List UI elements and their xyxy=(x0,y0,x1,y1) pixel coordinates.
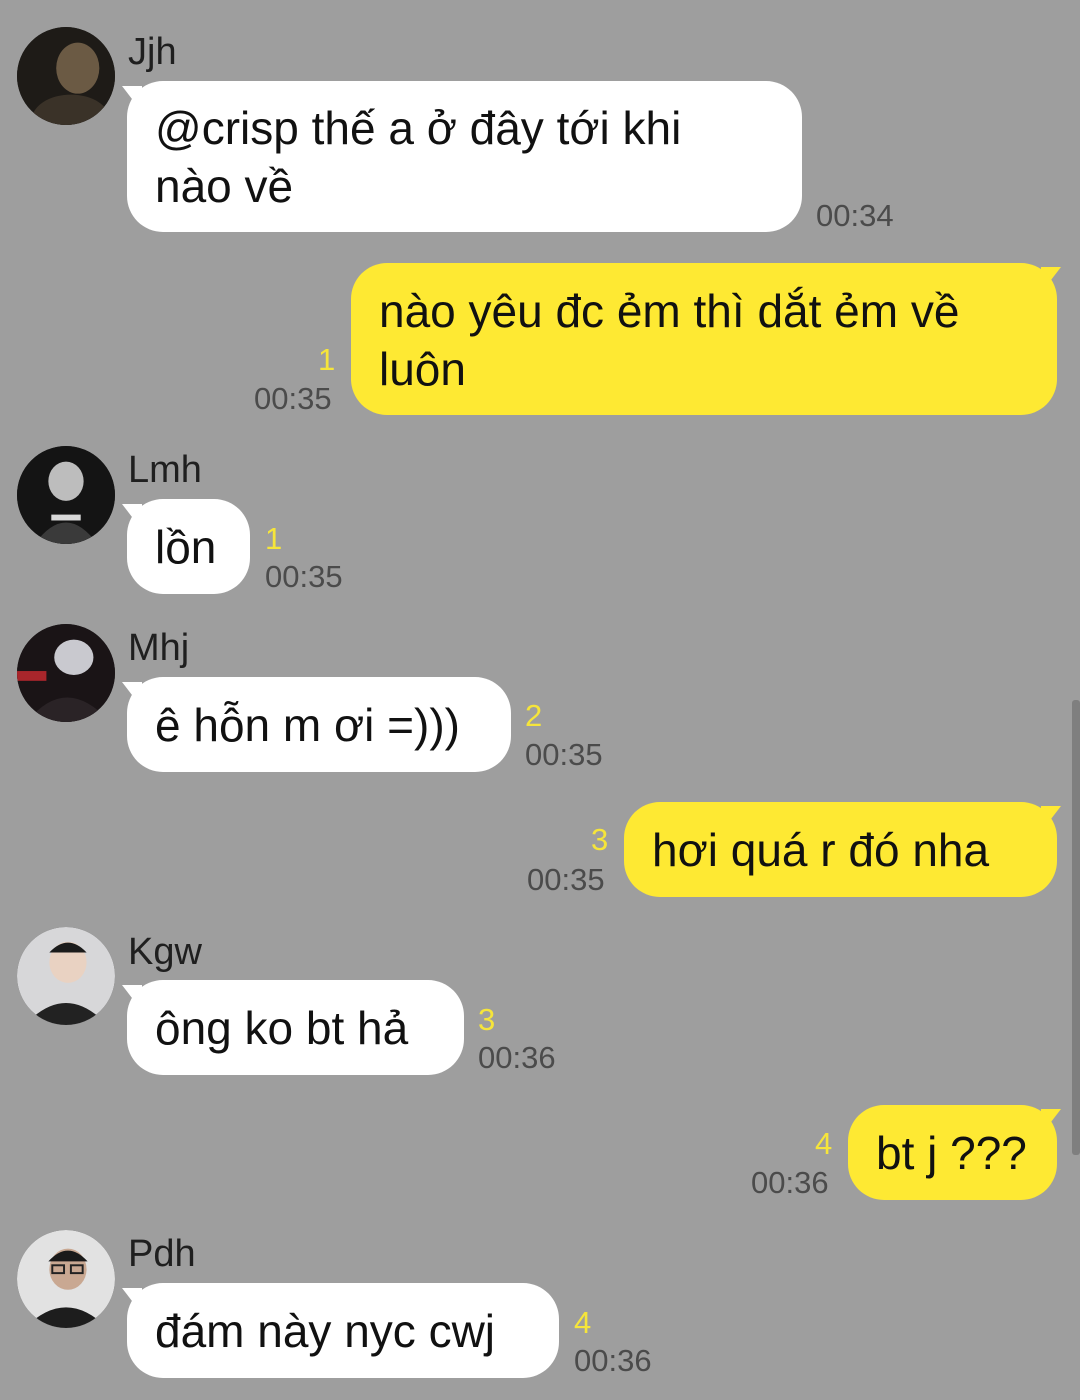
message-text-line: đám này nyc cwj xyxy=(155,1305,496,1357)
sender-name: Kgw xyxy=(128,931,202,973)
message-text-line: hơi quá r đó nha xyxy=(652,824,990,876)
message-bubble[interactable]: lồn xyxy=(127,499,250,594)
sender-name: Pdh xyxy=(128,1233,196,1275)
timestamp: 00:36 xyxy=(574,1343,652,1378)
avatar[interactable] xyxy=(17,1230,115,1328)
unread-count: 2 xyxy=(525,698,543,733)
unread-count: 4 xyxy=(574,1305,592,1340)
message-text-line: ông ko bt hả xyxy=(155,1002,409,1054)
avatar[interactable] xyxy=(17,927,115,1025)
message-bubble[interactable]: đám này nyc cwj xyxy=(127,1283,559,1378)
unread-count: 1 xyxy=(318,342,336,377)
message-bubble[interactable]: bt j ??? xyxy=(848,1105,1057,1200)
timestamp: 00:35 xyxy=(254,381,332,416)
timestamp: 00:34 xyxy=(816,198,894,233)
sender-name: Jjh xyxy=(128,31,177,73)
timestamp: 00:35 xyxy=(527,862,605,897)
message-bubble[interactable]: ông ko bt hả xyxy=(127,980,464,1075)
message-bubble[interactable]: @crisp thế a ở đây tới khi nào về xyxy=(127,81,802,232)
unread-count: 4 xyxy=(815,1126,833,1161)
timestamp: 00:35 xyxy=(265,559,343,594)
avatar[interactable] xyxy=(17,446,115,544)
message-bubble[interactable]: nào yêu đc ẻm thì dắt ẻm về luôn xyxy=(351,263,1057,415)
avatar[interactable] xyxy=(17,624,115,722)
message-text-line: bt j ??? xyxy=(876,1127,1027,1179)
sender-name: Mhj xyxy=(128,627,190,669)
message-bubble[interactable]: hơi quá r đó nha xyxy=(624,802,1057,897)
unread-count: 3 xyxy=(591,822,609,857)
timestamp: 00:35 xyxy=(525,737,603,772)
message-text-line: ê hỗn m ơi =))) xyxy=(155,699,460,751)
message-text-line: luôn xyxy=(379,343,466,395)
message-bubble[interactable]: ê hỗn m ơi =))) xyxy=(127,677,511,772)
timestamp: 00:36 xyxy=(751,1165,829,1200)
sender-name: Lmh xyxy=(128,449,202,491)
message-text-line: lồn xyxy=(155,521,217,573)
message-text-line: @crisp thế a ở đây tới khi xyxy=(155,102,682,154)
avatar[interactable] xyxy=(17,27,115,125)
scrollbar[interactable] xyxy=(1072,700,1080,1155)
timestamp: 00:36 xyxy=(478,1040,556,1075)
unread-count: 1 xyxy=(265,521,283,556)
message-text-line: nào về xyxy=(155,160,294,212)
message-text-line: nào yêu đc ẻm thì dắt ẻm về xyxy=(379,285,960,337)
unread-count: 3 xyxy=(478,1002,496,1037)
